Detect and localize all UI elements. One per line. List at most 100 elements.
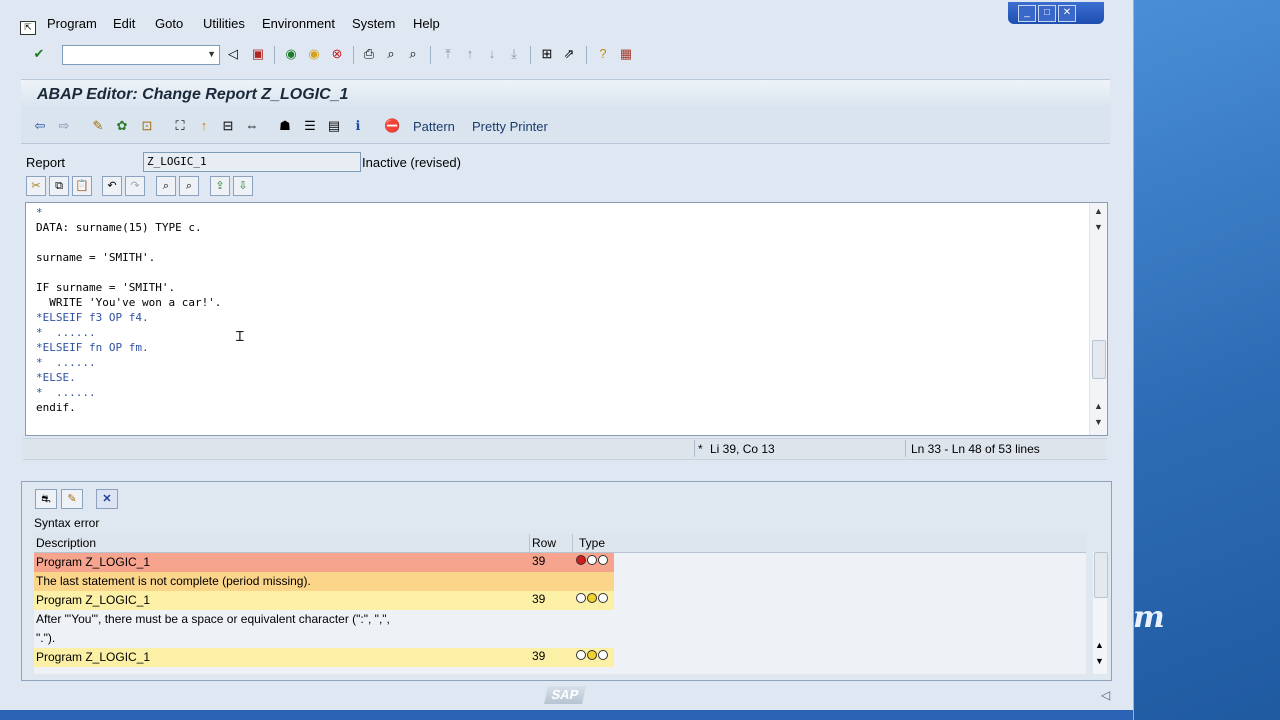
navigate-icon[interactable]: ⇔	[244, 118, 260, 134]
scroll-thumb[interactable]	[1092, 340, 1106, 379]
copy-icon[interactable]: ⧉	[49, 176, 69, 196]
close-panel-icon[interactable]: ✕	[96, 489, 118, 509]
other-object-icon[interactable]: ✿	[114, 118, 130, 134]
find-next-icon[interactable]: ⌕	[405, 46, 421, 62]
scroll-down-icon[interactable]: ▼	[1092, 417, 1105, 430]
scroll-up-icon[interactable]: ▲	[1095, 640, 1104, 650]
info-icon[interactable]: ℹ	[350, 118, 366, 134]
column-divider	[529, 534, 530, 552]
download-icon[interactable]: ⇩	[233, 176, 253, 196]
arrow-right-icon[interactable]: ⇨	[56, 118, 72, 134]
layout-menu-icon[interactable]: ▦	[618, 46, 634, 62]
code-line: *ELSEIF fn OP fm.	[36, 341, 149, 354]
navigate-to-error-icon[interactable]: ⛐	[35, 489, 57, 509]
code-editor[interactable]: * DATA: surname(15) TYPE c. surname = 'SMI…	[25, 202, 1108, 436]
scroll-down-icon[interactable]: ▼	[1095, 656, 1104, 666]
cancel-icon[interactable]: ⊗	[329, 46, 345, 62]
menu-utilities[interactable]: Utilities	[203, 16, 245, 31]
hierarchy-icon[interactable]: ☰	[302, 118, 318, 134]
table-row[interactable]: After "'You'", there must be a space or …	[34, 610, 614, 629]
error-scrollbar[interactable]: ▲ ▼	[1093, 552, 1108, 674]
back-icon[interactable]: ◉	[283, 46, 299, 62]
column-row[interactable]: Row	[532, 536, 556, 550]
yellow-light-icon	[587, 650, 597, 660]
redo-icon[interactable]: ↷	[125, 176, 145, 196]
new-session-icon[interactable]: ⊞	[539, 46, 555, 62]
print-icon[interactable]: ⎙	[361, 46, 377, 62]
white-light-icon	[576, 650, 586, 660]
close-icon[interactable]: ✕	[1058, 5, 1076, 22]
back-small-icon[interactable]: ◁	[225, 46, 241, 62]
status-bar-toggle-icon[interactable]: ◁	[1101, 688, 1110, 702]
previous-page-icon: ↑	[466, 46, 474, 61]
menu-program[interactable]: Program	[47, 16, 97, 31]
table-row[interactable]: ".").	[34, 629, 614, 648]
scroll-thumb[interactable]	[1094, 552, 1108, 598]
code-line: * ......	[36, 386, 96, 399]
display-object-icon[interactable]: ▤	[326, 118, 342, 134]
stop-icon[interactable]: ⛔	[384, 118, 400, 134]
save-icon[interactable]: ▣	[250, 46, 266, 62]
toolbar-separator	[530, 46, 531, 64]
sap-logo: SAP	[544, 686, 586, 704]
maximize-icon[interactable]: □	[1038, 5, 1056, 22]
exit-icon[interactable]: ◉	[306, 46, 322, 62]
report-field[interactable]: Z_LOGIC_1	[143, 152, 361, 172]
test-icon[interactable]: ↑	[196, 118, 212, 134]
where-used-icon[interactable]: ⊟	[220, 118, 236, 134]
object-list-icon[interactable]: ☗	[277, 118, 293, 134]
code-line: endif.	[36, 401, 76, 414]
find-icon[interactable]: ⌕	[383, 46, 399, 62]
code-line: DATA: surname(15) TYPE c.	[36, 221, 202, 234]
pretty-printer-button[interactable]: Pretty Printer	[472, 119, 548, 134]
code-line: WRITE 'You've won a car!'.	[36, 296, 222, 309]
menu-edit[interactable]: Edit	[113, 16, 135, 31]
menu-help[interactable]: Help	[413, 16, 440, 31]
command-field[interactable]: ▼	[62, 45, 220, 65]
menu-system[interactable]: System	[352, 16, 395, 31]
taskbar	[0, 710, 1133, 720]
menu-environment[interactable]: Environment	[262, 16, 335, 31]
table-row[interactable]: Program Z_LOGIC_1 39	[34, 553, 614, 572]
table-row[interactable]: Program Z_LOGIC_1 39	[34, 591, 614, 610]
code-line: * ......	[36, 326, 96, 339]
system-menu-icon[interactable]: ⇱	[20, 21, 36, 35]
error-row-number: 39	[532, 649, 546, 663]
column-description[interactable]: Description	[36, 536, 96, 550]
menu-goto[interactable]: Goto	[155, 16, 183, 31]
shortcut-icon[interactable]: ⇗	[561, 46, 577, 62]
arrow-left-icon[interactable]: ⇦	[32, 118, 48, 134]
last-page-icon: ⤓	[511, 46, 517, 61]
editor-find-icon[interactable]: ⌕	[156, 176, 176, 196]
scroll-up-icon[interactable]: ▲	[1092, 401, 1105, 414]
paste-icon[interactable]: 📋	[72, 176, 92, 196]
cut-icon[interactable]: ✂	[26, 176, 46, 196]
check-icon[interactable]: ⊡	[139, 118, 155, 134]
red-light-icon	[576, 555, 586, 565]
error-description: ".").	[36, 631, 56, 645]
editor-scrollbar[interactable]: ▲ ▼ ▲ ▼	[1089, 203, 1107, 435]
toolbar-separator	[274, 46, 275, 64]
page-title: ABAP Editor: Change Report Z_LOGIC_1	[37, 86, 349, 103]
white-light-icon	[598, 593, 608, 603]
pattern-button[interactable]: Pattern	[413, 119, 455, 134]
display-change-icon[interactable]: ✎	[90, 118, 106, 134]
column-divider	[572, 534, 573, 552]
activate-icon[interactable]: ⛶	[172, 118, 188, 134]
chevron-down-icon[interactable]: ▼	[207, 49, 216, 59]
scroll-up-icon[interactable]: ▲	[1092, 206, 1105, 219]
minimize-icon[interactable]: _	[1018, 5, 1036, 22]
modified-marker: *	[698, 442, 703, 456]
correct-icon[interactable]: ✎	[61, 489, 83, 509]
upload-icon[interactable]: ⇪	[210, 176, 230, 196]
table-row[interactable]: The last statement is not complete (peri…	[34, 572, 614, 591]
table-row[interactable]: Program Z_LOGIC_1 39	[34, 648, 614, 667]
toolbar-separator	[586, 46, 587, 64]
help-icon[interactable]: ?	[595, 46, 611, 62]
enter-icon[interactable]: ✔	[31, 46, 47, 62]
editor-find-next-icon[interactable]: ⌕	[179, 176, 199, 196]
undo-icon[interactable]: ↶	[102, 176, 122, 196]
status-divider	[694, 440, 695, 457]
scroll-down-icon[interactable]: ▼	[1092, 222, 1105, 235]
column-type[interactable]: Type	[579, 536, 605, 550]
